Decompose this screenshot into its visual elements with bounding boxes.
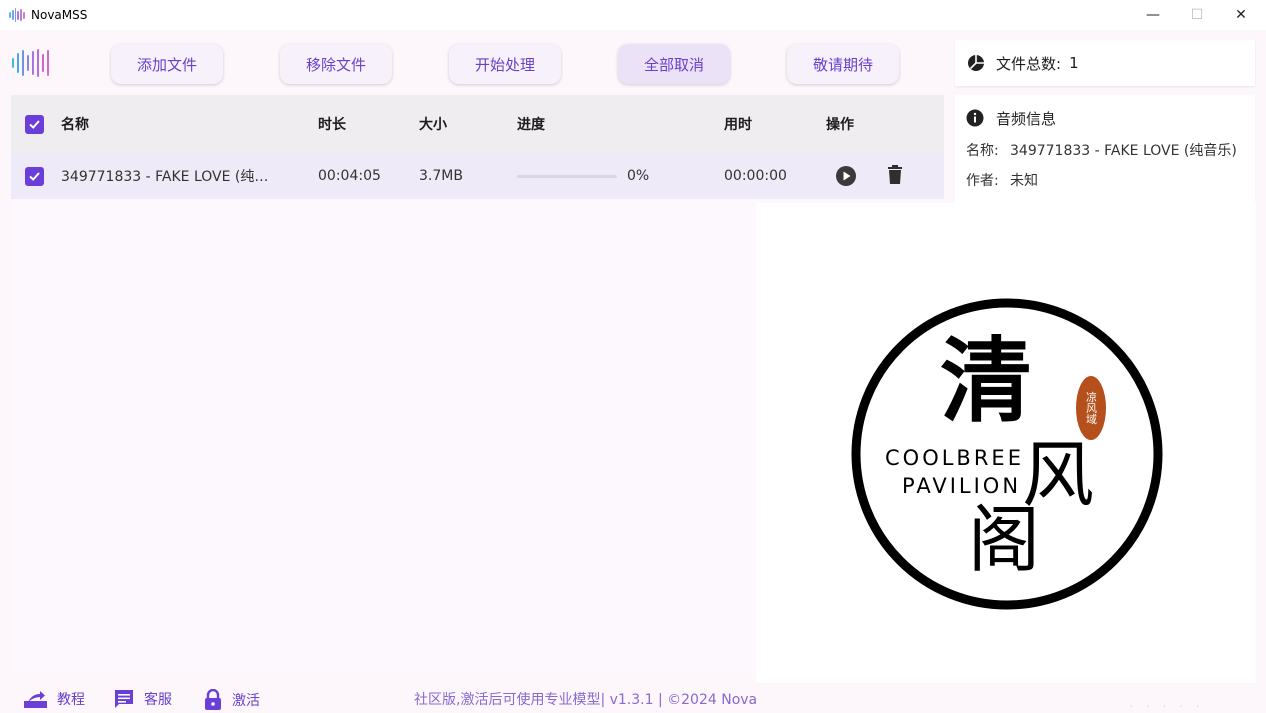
- table-header: 名称 时长 大小 进度 用时 操作: [11, 95, 944, 153]
- audio-name-value: 349771833 - FAKE LOVE (纯音乐): [1010, 143, 1237, 159]
- footer-version-text: 社区版,激活后可使用专业模型| v1.3.1 | ©2024 Nova: [414, 692, 758, 708]
- row-progress-bar: [517, 175, 617, 178]
- remove-file-button[interactable]: 移除文件: [280, 44, 392, 84]
- delete-icon[interactable]: [887, 165, 903, 189]
- brand-logo-icon: [12, 48, 56, 78]
- check-icon: [29, 119, 40, 129]
- watermark-logo: 清 风 阁 COOLBREE PAVILION 凉风域: [851, 298, 1163, 610]
- file-count-label: 文件总数:: [996, 54, 1062, 73]
- audio-author-label: 作者:: [966, 173, 999, 189]
- header-elapsed: 用时: [724, 117, 752, 133]
- coming-soon-button[interactable]: 敬请期待: [787, 44, 899, 84]
- header-size: 大小: [419, 117, 447, 133]
- tutorial-link[interactable]: 教程: [24, 689, 85, 709]
- select-all-checkbox[interactable]: [25, 114, 44, 134]
- activate-label: 激活: [232, 693, 260, 709]
- audio-name-label: 名称:: [966, 143, 999, 159]
- tutorial-label: 教程: [57, 692, 85, 708]
- table-row[interactable]: 349771833 - FAKE LOVE (纯… 00:04:05 3.7MB…: [11, 153, 944, 199]
- add-file-button[interactable]: 添加文件: [111, 44, 223, 84]
- audio-info-title: 音频信息: [996, 110, 1057, 128]
- header-progress: 进度: [517, 117, 545, 133]
- check-icon: [29, 171, 40, 181]
- watermark-char-ge: 阁: [968, 498, 1040, 582]
- row-duration: 00:04:05: [318, 168, 381, 184]
- watermark-line2: PAVILION: [902, 474, 1021, 498]
- watermark-seal: 凉风域: [1085, 390, 1098, 424]
- chat-icon: [115, 690, 133, 708]
- info-icon: [966, 109, 984, 131]
- cancel-all-button[interactable]: 全部取消: [618, 44, 730, 84]
- start-processing-button[interactable]: 开始处理: [449, 44, 561, 84]
- activate-link[interactable]: 激活: [204, 689, 260, 711]
- row-progress-text: 0%: [627, 168, 650, 184]
- row-size: 3.7MB: [419, 168, 463, 184]
- watermark-char-qing: 清: [940, 327, 1032, 435]
- support-label: 客服: [144, 692, 172, 708]
- support-link[interactable]: 客服: [114, 689, 172, 709]
- title-bar: NovaMSS — ☐ ✕: [0, 0, 1266, 30]
- header-actions: 操作: [826, 117, 854, 133]
- row-checkbox[interactable]: [25, 166, 44, 186]
- pie-chart-icon: [967, 54, 985, 72]
- close-button[interactable]: ✕: [1218, 0, 1264, 30]
- lock-icon: [205, 689, 221, 710]
- watermark-line1: COOLBREE: [885, 446, 1024, 470]
- file-count-panel: 文件总数: 1: [955, 40, 1255, 86]
- audio-author-value: 未知: [1010, 173, 1038, 189]
- file-count-value: 1: [1069, 54, 1079, 72]
- minimize-button[interactable]: —: [1130, 0, 1176, 30]
- row-elapsed: 00:00:00: [724, 168, 787, 184]
- bottom-bar: 教程 客服 激活 社区版,激活后可使用专业模型| v1.3.1 | ©2024 …: [0, 682, 1266, 713]
- window-title: NovaMSS: [31, 8, 88, 22]
- audio-info-panel: 音频信息 名称: 349771833 - FAKE LOVE (纯音乐) 作者:…: [955, 95, 1255, 203]
- header-name: 名称: [61, 117, 89, 133]
- play-icon[interactable]: [835, 165, 857, 191]
- row-name: 349771833 - FAKE LOVE (纯…: [61, 169, 269, 185]
- app-logo-icon: [9, 8, 25, 22]
- dotted-decoration: ·····: [1130, 702, 1213, 711]
- header-duration: 时长: [318, 117, 346, 133]
- tutorial-icon: [24, 691, 47, 708]
- maximize-button[interactable]: ☐: [1174, 0, 1220, 30]
